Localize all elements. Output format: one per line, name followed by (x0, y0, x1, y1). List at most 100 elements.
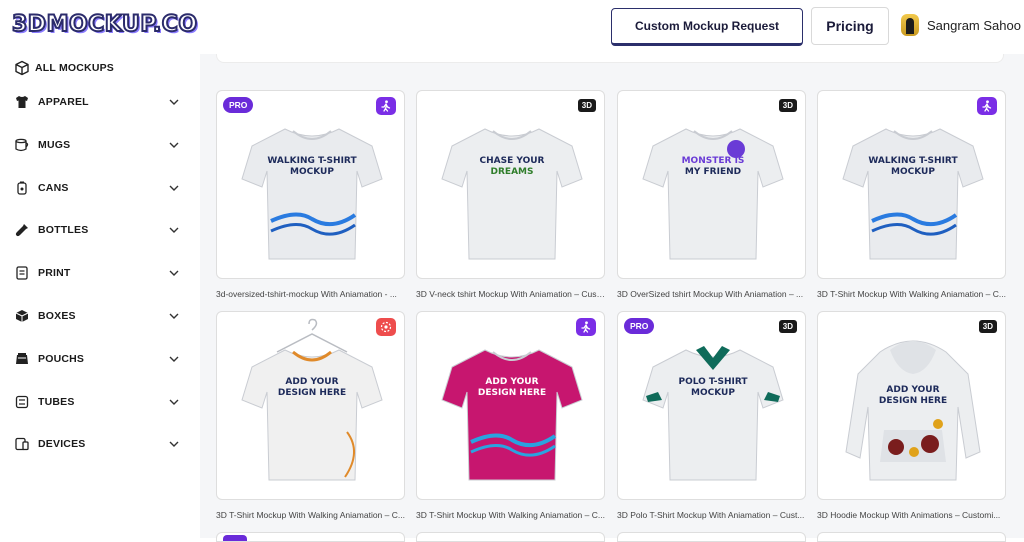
sidebar-item-bottles[interactable]: BOTTLES (0, 216, 200, 244)
mockup-thumbnail[interactable]: MONSTER IS MY FRIEND 3D (617, 90, 806, 279)
pricing-button[interactable]: Pricing (811, 7, 889, 45)
mockup-card[interactable]: CHASE YOUR DREAMS 3D 3D V-neck tshirt Mocku… (416, 90, 605, 299)
mockup-image: ADD YOURDESIGN HERE (845, 340, 981, 481)
filter-bar (216, 54, 1004, 63)
chevron-down-icon[interactable] (167, 395, 181, 409)
sidebar-item-label: APPAREL (38, 96, 89, 108)
mockup-title[interactable]: 3D T-Shirt Mockup With Walking Aniamatio… (817, 289, 1006, 299)
svg-text:WALKING T-SHIRT: WALKING T-SHIRT (868, 156, 958, 166)
mockup-card-partial[interactable] (216, 532, 405, 542)
svg-text:POLO T-SHIRT: POLO T-SHIRT (678, 377, 748, 387)
sidebar-item-print[interactable]: PRINT (0, 259, 200, 287)
category-sidebar: ALL MOCKUPS APPAREL MUGS CANS BOTTLES PR (0, 54, 200, 538)
pro-badge: PRO (624, 318, 655, 334)
cube-icon (14, 60, 30, 76)
svg-text:MONSTER IS: MONSTER IS (682, 156, 745, 166)
animation-icon (376, 318, 396, 336)
chevron-down-icon[interactable] (167, 138, 181, 152)
mockup-thumbnail[interactable]: WALKING T-SHIRT MOCKUP (817, 90, 1006, 279)
print-icon (14, 265, 30, 281)
tube-icon (14, 394, 30, 410)
sidebar-item-devices[interactable]: DEVICES (0, 430, 200, 458)
sidebar-item-boxes[interactable]: BOXES (0, 302, 200, 330)
sidebar-item-label: POUCHS (38, 353, 85, 365)
mockup-card-partial[interactable] (416, 532, 605, 542)
svg-text:MOCKUP: MOCKUP (290, 167, 334, 177)
mockup-thumbnail[interactable]: ADD YOUR DESIGN HERE (216, 311, 405, 500)
mockup-image: CHASE YOURDREAMS (441, 128, 583, 260)
sidebar-item-mugs[interactable]: MUGS (0, 131, 200, 159)
walking-animation-icon (376, 97, 396, 115)
chevron-down-icon[interactable] (167, 223, 181, 237)
box-icon (14, 308, 30, 324)
mockup-card[interactable]: MONSTER IS MY FRIEND 3D 3D OverSized tshirt… (617, 90, 806, 299)
mockup-thumbnail[interactable]: WALKING T-SHIRT MOCKUP PRO (216, 90, 405, 279)
chevron-down-icon[interactable] (167, 437, 181, 451)
chevron-down-icon[interactable] (167, 309, 181, 323)
mockup-title[interactable]: 3D OverSized tshirt Mockup With Aniamati… (617, 289, 806, 299)
tshirt-icon (14, 94, 30, 110)
mockup-card[interactable]: ADD YOUR DESIGN HERE 3D 3D Hoodie Mockup Wi… (817, 311, 1006, 520)
mockup-title[interactable]: 3D V-neck tshirt Mockup With Aniamation … (416, 289, 605, 299)
mockup-title[interactable]: 3D Polo T-Shirt Mockup With Aniamation –… (617, 510, 806, 520)
svg-text:DREAMS: DREAMS (491, 167, 534, 177)
sidebar-item-label: BOXES (38, 310, 76, 322)
mockup-card-partial[interactable] (817, 532, 1006, 542)
top-header: 3DMOCKUP.CO Custom Mockup Request Pricin… (0, 0, 1024, 54)
chevron-down-icon[interactable] (167, 95, 181, 109)
walking-animation-icon (977, 97, 997, 115)
mockup-image: MONSTER ISMY FRIEND (642, 128, 784, 260)
mockup-image: WALKING T-SHIRTMOCKUP (241, 128, 383, 260)
device-icon (14, 436, 30, 452)
sidebar-item-label: CANS (38, 182, 69, 194)
svg-text:WALKING T-SHIRT: WALKING T-SHIRT (267, 156, 357, 166)
custom-mockup-request-button[interactable]: Custom Mockup Request (611, 8, 803, 46)
avatar[interactable] (901, 14, 919, 36)
mockup-image: POLO T-SHIRTMOCKUP (642, 346, 784, 481)
mockup-thumbnail[interactable]: ADD YOUR DESIGN HERE 3D (817, 311, 1006, 500)
svg-text:MY FRIEND: MY FRIEND (685, 167, 741, 177)
svg-text:DESIGN HERE: DESIGN HERE (478, 388, 546, 398)
svg-text:DESIGN HERE: DESIGN HERE (278, 388, 346, 398)
mockup-title[interactable]: 3D Hoodie Mockup With Animations – Custo… (817, 510, 1006, 520)
mug-icon (14, 137, 30, 153)
chevron-down-icon[interactable] (167, 352, 181, 366)
mockup-card[interactable]: WALKING T-SHIRT MOCKUP PRO 3d-oversized-tsh… (216, 90, 405, 299)
mockup-card[interactable]: WALKING T-SHIRT MOCKUP 3D T-Shirt Mockup W… (817, 90, 1006, 299)
3d-badge: 3D (778, 99, 797, 112)
walking-animation-icon (576, 318, 596, 336)
sidebar-item-tubes[interactable]: TUBES (0, 388, 200, 416)
sidebar-item-pouchs[interactable]: POUCHS (0, 345, 200, 373)
mockup-card[interactable]: POLO T-SHIRT MOCKUP PRO 3D 3D Polo T-Shirt M… (617, 311, 806, 520)
mockup-title[interactable]: 3D T-Shirt Mockup With Walking Aniamatio… (416, 510, 605, 520)
chevron-down-icon[interactable] (167, 266, 181, 280)
mockup-title[interactable]: 3d-oversized-tshirt-mockup With Aniamati… (216, 289, 405, 299)
mockup-title[interactable]: 3D T-Shirt Mockup With Walking Aniamatio… (216, 510, 405, 520)
svg-text:ADD YOUR: ADD YOUR (485, 377, 538, 387)
sidebar-item-label: PRINT (38, 267, 71, 279)
user-name: Sangram Sahoo (927, 17, 1021, 33)
bottle-icon (14, 222, 30, 238)
mockup-thumbnail[interactable]: POLO T-SHIRT MOCKUP PRO 3D (617, 311, 806, 500)
chevron-down-icon[interactable] (167, 181, 181, 195)
3d-badge: 3D (778, 320, 797, 333)
sidebar-item-label: DEVICES (38, 438, 86, 450)
sidebar-item-all-mockups[interactable]: ALL MOCKUPS (0, 54, 200, 82)
user-menu[interactable]: Sangram Sahoo (901, 14, 1021, 36)
svg-text:MOCKUP: MOCKUP (891, 167, 935, 177)
mockup-image: ADD YOURDESIGN HERE (241, 318, 383, 481)
svg-text:MOCKUP: MOCKUP (691, 388, 735, 398)
svg-text:ADD YOUR: ADD YOUR (886, 385, 939, 395)
mockup-thumbnail[interactable]: CHASE YOUR DREAMS 3D (416, 90, 605, 279)
svg-text:ADD YOUR: ADD YOUR (285, 377, 338, 387)
mockup-card[interactable]: ADD YOUR DESIGN HERE 3D T-Shirt Mockup Wit… (216, 311, 405, 520)
svg-text:DESIGN HERE: DESIGN HERE (879, 396, 947, 406)
mockup-card[interactable]: ADD YOUR DESIGN HERE 3D T-Shirt Mockup Wit… (416, 311, 605, 520)
mockup-thumbnail[interactable]: ADD YOUR DESIGN HERE (416, 311, 605, 500)
site-logo[interactable]: 3DMOCKUP.CO (11, 11, 198, 38)
mockup-card-partial[interactable] (617, 532, 806, 542)
3d-badge: 3D (577, 99, 596, 112)
pouch-icon (14, 351, 30, 367)
sidebar-item-apparel[interactable]: APPAREL (0, 88, 200, 116)
sidebar-item-cans[interactable]: CANS (0, 174, 200, 202)
